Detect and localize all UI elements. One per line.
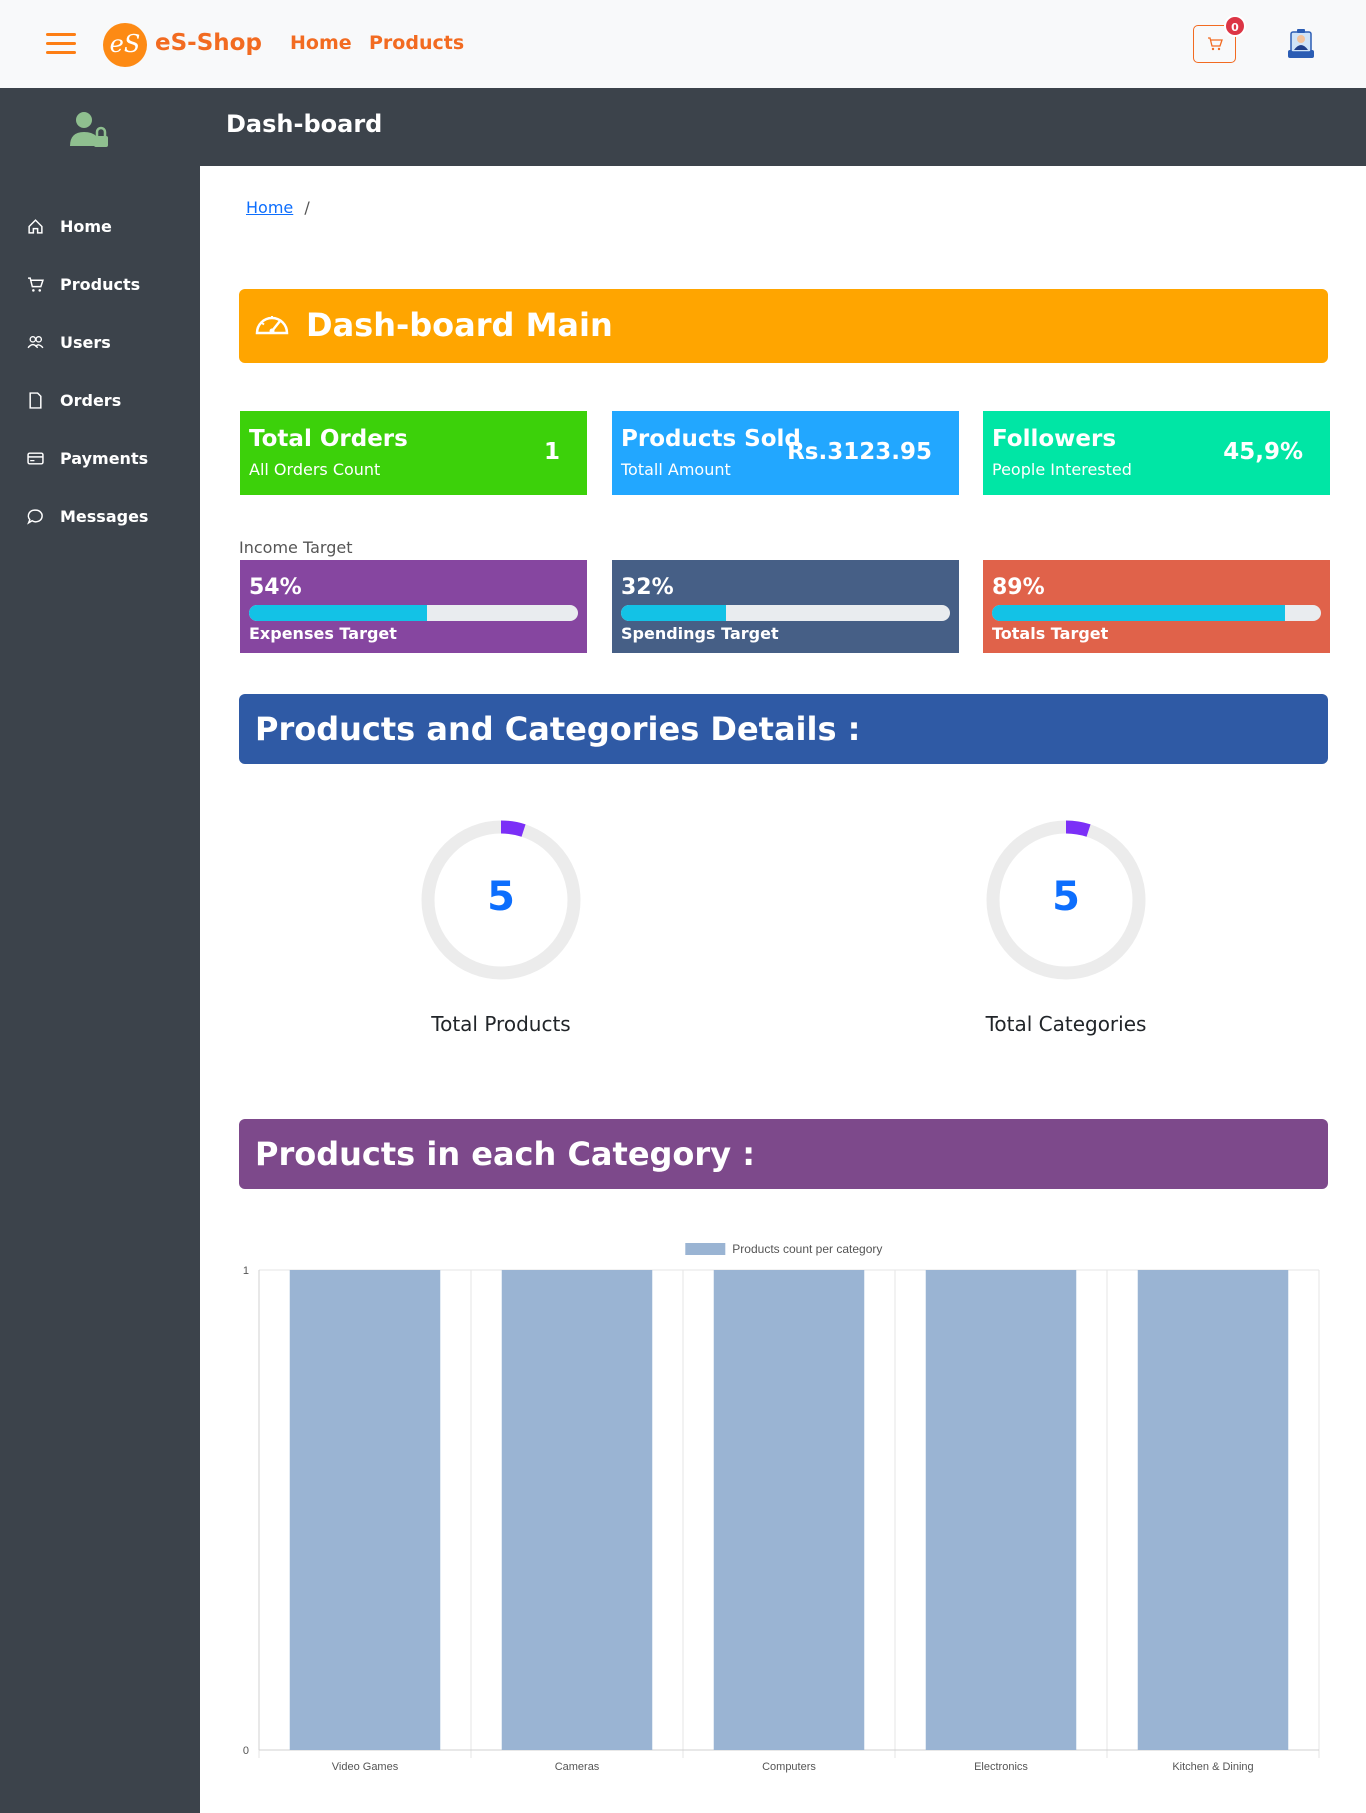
sidebar-item-users[interactable]: Users bbox=[27, 330, 111, 354]
breadcrumb-home-link[interactable]: Home bbox=[246, 198, 293, 217]
card-subtitle: People Interested bbox=[992, 460, 1132, 479]
stat-card-followers: Followers People Interested 45,9% bbox=[983, 411, 1330, 495]
sidebar-item-label: Home bbox=[60, 216, 112, 236]
bar bbox=[925, 1270, 1077, 1750]
credit-card-icon bbox=[27, 451, 44, 465]
home-icon bbox=[28, 218, 43, 234]
menu-toggle-icon[interactable] bbox=[46, 33, 76, 55]
legend-label: Products count per category bbox=[732, 1242, 882, 1256]
sidebar-item-label: Messages bbox=[60, 506, 149, 526]
chat-icon bbox=[27, 508, 43, 525]
sidebar-item-label: Users bbox=[60, 332, 111, 352]
user-profile-icon[interactable] bbox=[1286, 28, 1316, 60]
breadcrumb: Home / bbox=[246, 198, 310, 217]
target-percent: 54% bbox=[249, 575, 302, 600]
card-value: Rs.3123.95 bbox=[787, 439, 932, 465]
donut-value: 5 bbox=[1052, 874, 1080, 920]
dashboard-title-bar: Dash-board Main bbox=[239, 289, 1328, 363]
x-tick-label: Kitchen & Dining bbox=[1172, 1761, 1253, 1773]
speedometer-icon bbox=[255, 316, 289, 335]
target-label: Totals Target bbox=[992, 624, 1109, 643]
brand-logo[interactable]: eS bbox=[103, 23, 147, 67]
x-tick-label: Computers bbox=[762, 1761, 816, 1773]
bar bbox=[713, 1270, 865, 1750]
progress-fill bbox=[992, 605, 1285, 621]
card-subtitle: Totall Amount bbox=[621, 460, 731, 479]
card-value: 1 bbox=[543, 439, 560, 465]
card-title: Followers bbox=[992, 426, 1117, 452]
details-section-bar: Products and Categories Details : bbox=[239, 694, 1328, 764]
nav-link-products[interactable]: Products bbox=[369, 32, 464, 54]
category-section-bar: Products in each Category : bbox=[239, 1119, 1328, 1189]
details-section-title: Products and Categories Details : bbox=[255, 710, 861, 748]
legend-swatch bbox=[685, 1243, 726, 1255]
card-subtitle: All Orders Count bbox=[249, 460, 381, 479]
target-card-totals: 89% Totals Target bbox=[983, 560, 1330, 653]
y-tick-label: 1 bbox=[243, 1265, 249, 1277]
sidebar-item-payments[interactable]: Payments bbox=[27, 446, 148, 470]
sidebar-item-label: Payments bbox=[60, 448, 149, 468]
category-section-title: Products in each Category : bbox=[255, 1135, 755, 1173]
cart-icon bbox=[1207, 37, 1223, 51]
sidebar-item-label: Orders bbox=[60, 390, 122, 410]
sidebar-item-orders[interactable]: Orders bbox=[27, 388, 121, 412]
stat-card-products-sold: Products Sold Totall Amount Rs.3123.95 bbox=[612, 411, 959, 495]
progress-fill bbox=[621, 605, 727, 621]
target-percent: 89% bbox=[992, 575, 1045, 600]
progress-bar bbox=[992, 605, 1321, 621]
sidebar-item-home[interactable]: Home bbox=[27, 214, 112, 238]
y-tick-label: 0 bbox=[243, 1745, 249, 1757]
sidebar-item-messages[interactable]: Messages bbox=[27, 504, 148, 528]
donut-total-categories: 5 bbox=[984, 818, 1148, 982]
progress-fill bbox=[249, 605, 427, 621]
x-tick-label: Video Games bbox=[332, 1761, 399, 1773]
target-label: Spendings Target bbox=[621, 624, 779, 643]
card-title: Total Orders bbox=[249, 426, 408, 452]
sidebar-item-label: Products bbox=[60, 274, 141, 294]
bar bbox=[1137, 1270, 1289, 1750]
income-target-label: Income Target bbox=[239, 538, 353, 557]
brand-name[interactable]: eS-Shop bbox=[155, 30, 262, 56]
progress-bar bbox=[249, 605, 578, 621]
users-icon bbox=[27, 335, 44, 348]
dashboard-title: Dash-board Main bbox=[306, 306, 613, 344]
target-label: Expenses Target bbox=[249, 624, 397, 643]
donut-total-products: 5 bbox=[419, 818, 583, 982]
nav-link-home[interactable]: Home bbox=[290, 32, 352, 54]
breadcrumb-separator: / bbox=[304, 198, 310, 217]
user-lock-icon bbox=[70, 112, 108, 147]
sidebar-item-products[interactable]: Products bbox=[27, 272, 140, 296]
progress-bar bbox=[621, 605, 950, 621]
file-icon bbox=[29, 391, 42, 409]
donut-label-total-categories: Total Categories bbox=[985, 1012, 1147, 1036]
donut-value: 5 bbox=[487, 874, 515, 920]
x-tick-label: Cameras bbox=[555, 1761, 600, 1773]
page-title: Dash-board bbox=[226, 110, 383, 138]
cart-count-badge: 0 bbox=[1224, 15, 1246, 37]
target-card-spendings: 32% Spendings Target bbox=[612, 560, 959, 653]
cart-icon bbox=[28, 276, 44, 292]
donut-label-total-products: Total Products bbox=[431, 1012, 571, 1036]
target-percent: 32% bbox=[621, 575, 674, 600]
x-tick-label: Electronics bbox=[974, 1761, 1028, 1773]
card-value: 45,9% bbox=[1223, 439, 1303, 465]
sidebar: Home Products Users Orders Payments Mess… bbox=[0, 88, 200, 1813]
bar bbox=[501, 1270, 653, 1750]
top-navbar: eS eS-Shop Home Products 0 bbox=[0, 0, 1366, 88]
card-title: Products Sold bbox=[621, 426, 801, 452]
target-card-expenses: 54% Expenses Target bbox=[240, 560, 587, 653]
products-per-category-chart: Products count per category 0 1 Video Games… bbox=[243, 1242, 1320, 1773]
bar bbox=[289, 1270, 441, 1750]
page-header: Dash-board bbox=[200, 88, 1366, 166]
stat-card-total-orders: Total Orders All Orders Count 1 bbox=[240, 411, 587, 495]
